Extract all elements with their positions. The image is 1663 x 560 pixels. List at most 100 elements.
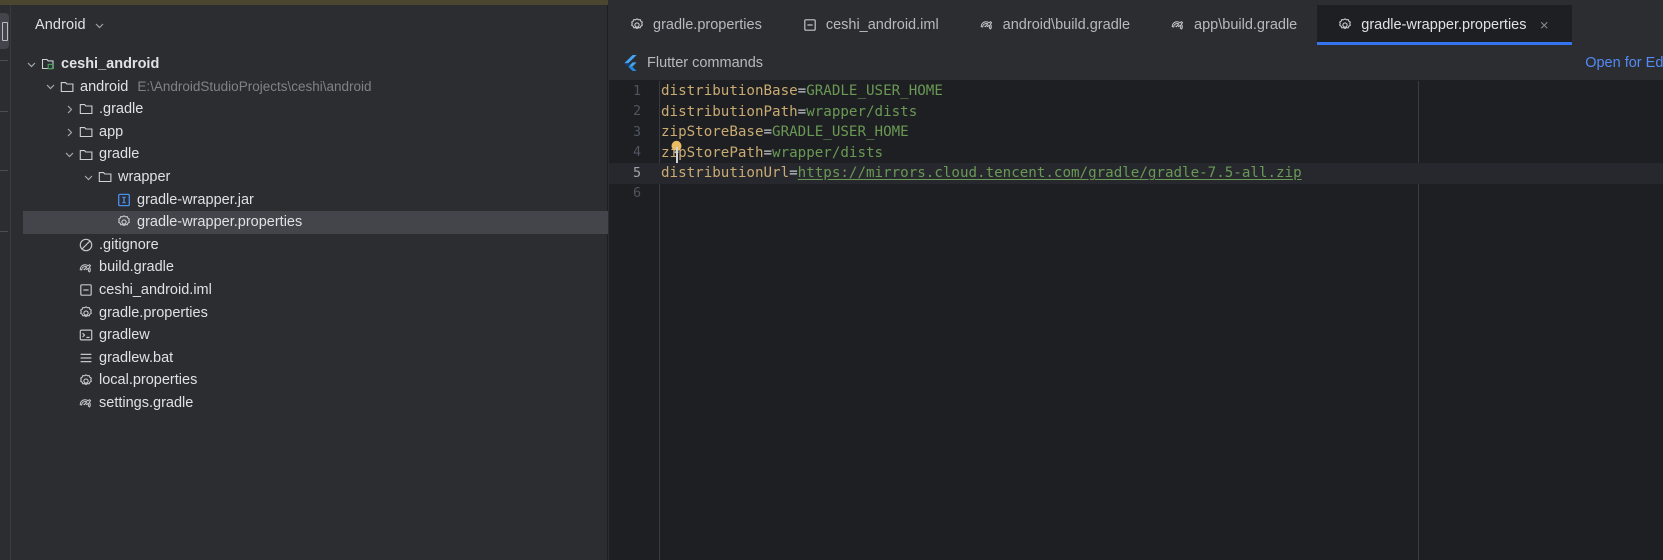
flutter-icon [622, 54, 638, 71]
code-line[interactable]: 2 distributionPath=wrapper/dists [609, 102, 1663, 123]
chevron-right-icon[interactable] [61, 101, 77, 117]
chevron-down-icon[interactable] [94, 20, 105, 31]
tree-item-.gitignore[interactable]: .gitignore [12, 234, 608, 257]
equals-sign: = [797, 103, 807, 120]
gitignore-icon [77, 237, 94, 253]
properties-icon [115, 214, 132, 230]
line-number: 6 [632, 186, 641, 202]
chevron-down-icon[interactable] [42, 79, 58, 95]
flutter-commands-banner: Flutter commands Open for Editing [609, 45, 1663, 81]
tree-item-label: gradlew [99, 327, 150, 344]
close-icon[interactable] [1537, 18, 1552, 33]
tool-window-rail [0, 5, 11, 560]
code-line[interactable]: 5 distributionUrl=https://mirrors.cloud.t… [609, 163, 1663, 184]
rail-divider [0, 170, 8, 171]
equals-sign: = [789, 165, 798, 182]
property-value: wrapper/dists [806, 103, 918, 120]
tool-window-icon[interactable] [0, 13, 9, 49]
tree-item-label: settings.gradle [99, 394, 194, 411]
open-for-editing-link[interactable]: Open for Editing [1585, 55, 1663, 71]
shell-script-icon [77, 327, 94, 343]
code-editor[interactable]: 1 distributionBase=GRADLE_USER_HOME 2 distr… [609, 81, 1663, 560]
rail-divider [0, 111, 8, 112]
editor-tab-gradle.properties[interactable]: gradle.properties [609, 5, 782, 45]
editor-tab-android-build.gradle[interactable]: android\build.gradle [959, 5, 1150, 45]
folder-icon [58, 79, 75, 95]
tree-item-label: android [80, 78, 129, 95]
properties-icon [77, 373, 94, 389]
editor-tab-gradle-wrapper.properties[interactable]: gradle-wrapper.properties [1317, 5, 1573, 45]
code-line[interactable]: 1 distributionBase=GRADLE_USER_HOME [609, 81, 1663, 102]
tree-item-label: ceshi_android.iml [99, 281, 212, 298]
editor-tab-label: ceshi_android.iml [825, 17, 939, 33]
property-key: distributionBase [661, 83, 798, 100]
line-number: 2 [632, 104, 641, 120]
folder-icon [77, 101, 94, 117]
tree-item-label: wrapper [118, 169, 171, 186]
chevron-down-icon[interactable] [23, 56, 39, 72]
editor-tab-app-build.gradle[interactable]: app\build.gradle [1150, 5, 1317, 45]
tree-item-label: .gradle [99, 101, 144, 118]
folder-icon [96, 169, 113, 185]
tree-item-build.gradle[interactable]: build.gradle [12, 256, 608, 279]
tree-item-gradle.properties[interactable]: gradle.properties [12, 302, 608, 325]
code-line-text[interactable]: distributionBase=GRADLE_USER_HOME [661, 83, 943, 99]
tree-item-path: E:\AndroidStudioProjects\ceshi\android [137, 79, 372, 95]
chevron-down-icon[interactable] [80, 169, 96, 185]
code-line-text[interactable]: distributionUrl=https://mirrors.cloud.te… [661, 165, 1302, 181]
text-file-icon [77, 350, 94, 366]
tree-item-settings.gradle[interactable]: settings.gradle [12, 392, 608, 415]
tree-item-ceshi_android.iml[interactable]: ceshi_android.iml [12, 279, 608, 302]
property-value: GRADLE_USER_HOME [772, 124, 909, 141]
properties-icon [1337, 17, 1353, 33]
code-line-text[interactable]: zipStoreBase=GRADLE_USER_HOME [661, 124, 909, 140]
code-line[interactable]: 3 zipStoreBase=GRADLE_USER_HOME [609, 122, 1663, 143]
jar-icon [115, 192, 132, 208]
tree-item-label: gradle [99, 146, 140, 163]
equals-sign: = [763, 124, 773, 141]
code-content[interactable]: 1 distributionBase=GRADLE_USER_HOME 2 distr… [609, 81, 1663, 560]
tree-item-label: gradle-wrapper.jar [137, 191, 254, 208]
tree-item-wrapper[interactable]: wrapper [12, 166, 608, 189]
editor-area: gradle.properties ceshi_android.iml androi… [609, 5, 1663, 560]
iml-icon [77, 282, 94, 298]
tree-item-gradlew.bat[interactable]: gradlew.bat [12, 347, 608, 370]
tree-item-gradlew[interactable]: gradlew [12, 324, 608, 347]
properties-icon [77, 305, 94, 321]
code-line[interactable]: 6 [609, 184, 1663, 205]
editor-tab-label: app\build.gradle [1194, 17, 1298, 33]
tree-item-gradle-wrapper.jar[interactable]: gradle-wrapper.jar [12, 189, 608, 212]
project-panel-header[interactable]: Android [12, 5, 608, 45]
property-key: zipStoreBase [661, 124, 764, 141]
tree-item-local.properties[interactable]: local.properties [12, 369, 608, 392]
editor-tab-ceshi_android.iml[interactable]: ceshi_android.iml [782, 5, 959, 45]
tree-item-label: gradle-wrapper.properties [137, 214, 303, 231]
android-studio-window: Android ceshi_androidandroid E:\AndroidSt… [0, 0, 1663, 560]
tree-item-gradle[interactable]: gradle [12, 143, 608, 166]
code-line[interactable]: 4 zipStorePath=wrapper/dists [609, 140, 1663, 164]
tree-item-label: build.gradle [99, 259, 174, 276]
property-value: wrapper/dists [772, 144, 884, 161]
gradle-icon [77, 260, 94, 276]
editor-tab-label: gradle-wrapper.properties [1361, 17, 1527, 33]
tree-item-label: local.properties [99, 372, 198, 389]
chevron-down-icon[interactable] [61, 147, 77, 163]
tree-item-label: app [99, 123, 124, 140]
code-line-text[interactable]: zipStorePath=wrapper/dists [661, 140, 884, 164]
text-caret [676, 146, 678, 164]
flutter-commands-label: Flutter commands [647, 54, 764, 71]
tree-item-label: .gitignore [99, 236, 159, 253]
chevron-right-icon[interactable] [61, 124, 77, 140]
project-file-tree[interactable]: ceshi_androidandroid E:\AndroidStudioProj… [12, 45, 608, 560]
tree-item-app[interactable]: app [12, 121, 608, 144]
folder-icon [77, 124, 94, 140]
tree-item-gradle-wrapper.properties[interactable]: gradle-wrapper.properties [23, 211, 608, 234]
property-value-link[interactable]: https://mirrors.cloud.tencent.com/gradle… [798, 165, 1302, 181]
line-number: 1 [632, 83, 641, 99]
tree-item-.gradle[interactable]: .gradle [12, 98, 608, 121]
tree-item-android[interactable]: android E:\AndroidStudioProjects\ceshi\an… [12, 76, 608, 99]
editor-tab-bar[interactable]: gradle.properties ceshi_android.iml androi… [609, 5, 1663, 45]
code-line-text[interactable]: distributionPath=wrapper/dists [661, 104, 917, 120]
tree-item-ceshi_android[interactable]: ceshi_android [12, 53, 608, 76]
property-key: distributionUrl [661, 165, 790, 182]
